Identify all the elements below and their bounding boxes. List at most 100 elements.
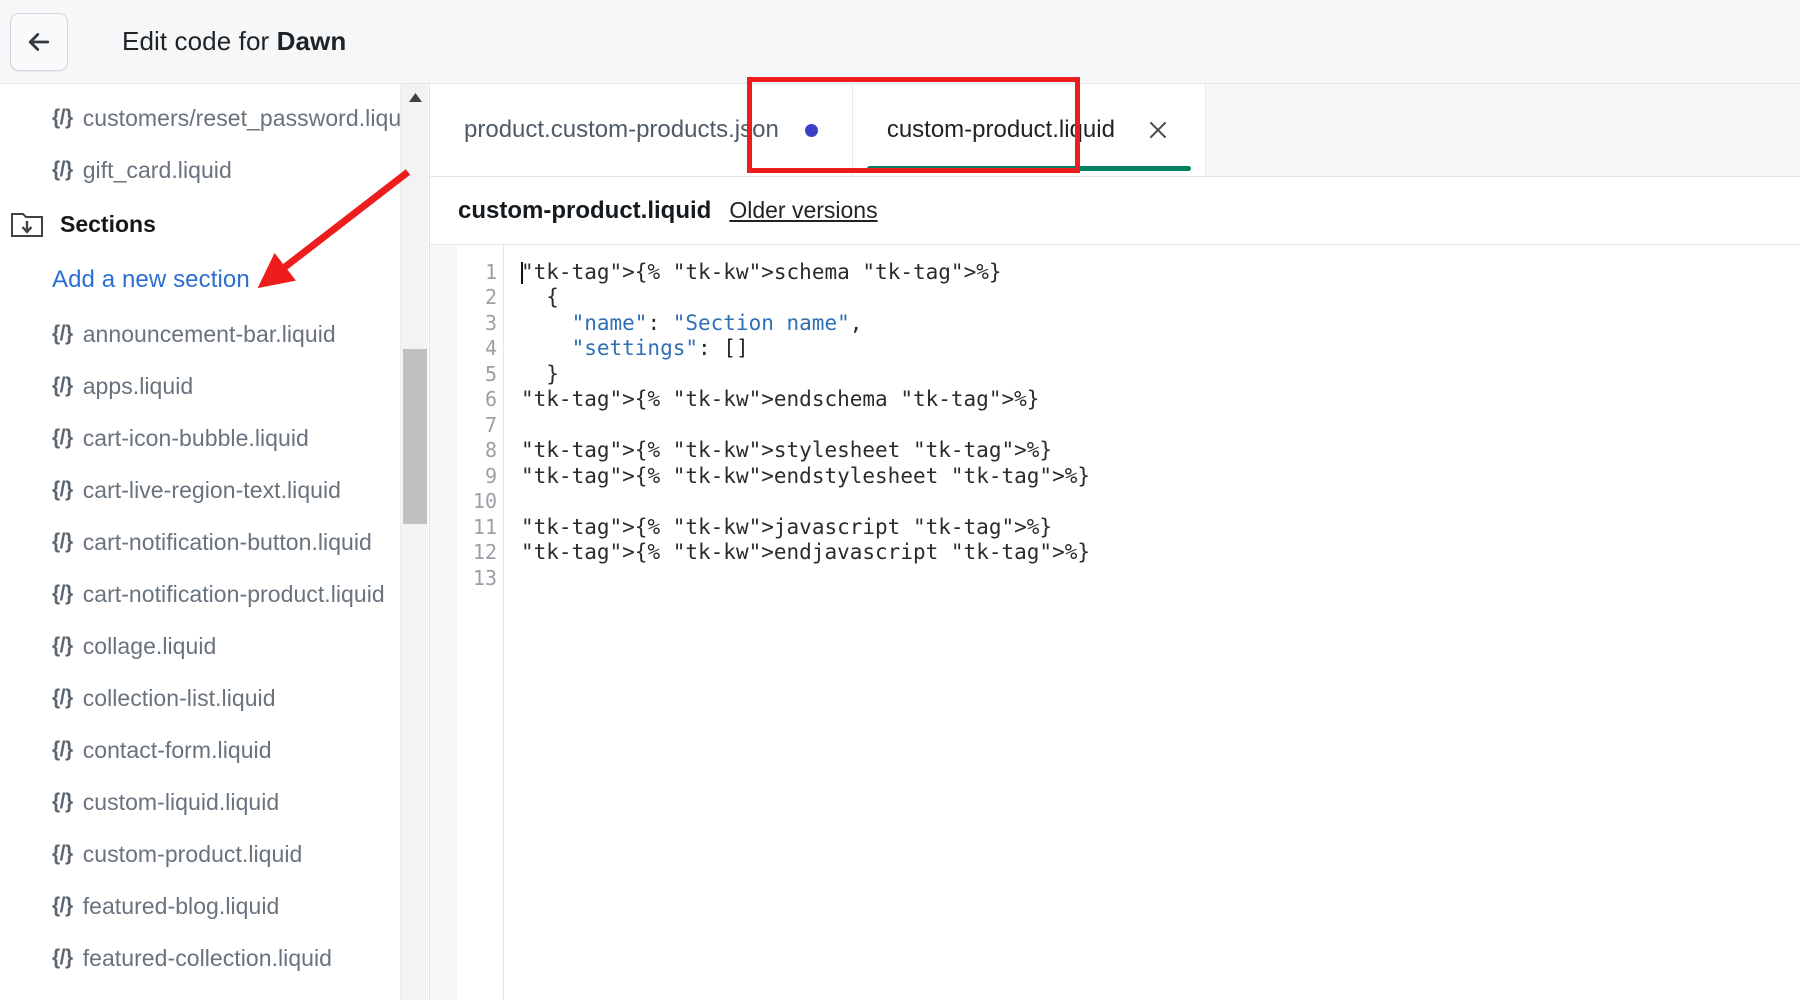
code-line-text[interactable]: { xyxy=(503,285,1800,309)
folder-label: Sections xyxy=(60,210,156,237)
code-line-text[interactable]: "tk-tag">{% "tk-kw">stylesheet "tk-tag">… xyxy=(503,438,1800,462)
file-list-item[interactable]: {/} gift_card.liquid xyxy=(0,144,425,196)
file-list-item[interactable]: {/} featured-collection.liquid xyxy=(0,932,425,984)
line-number: 4 xyxy=(484,336,497,361)
file-list-item-label: gift_card.liquid xyxy=(82,156,232,183)
folder-row-sections[interactable]: Sections xyxy=(0,196,425,252)
liquid-code-icon: {/} xyxy=(52,478,73,501)
file-list-item-label: cart-live-region-text.liquid xyxy=(82,476,342,503)
file-list-item[interactable]: {/} apps.liquid xyxy=(0,360,425,412)
line-number: 10 xyxy=(472,489,497,514)
file-list: {/} customers/reset_password.liquid {/} gif… xyxy=(0,84,425,984)
liquid-code-icon: {/} xyxy=(52,634,73,657)
liquid-code-icon: {/} xyxy=(52,686,73,709)
liquid-code-icon: {/} xyxy=(52,738,73,761)
code-line-text[interactable]: "name": "Section name", xyxy=(503,311,1800,335)
code-editor-page: Edit code for Dawn {/} customers/reset_pa… xyxy=(0,0,1800,1000)
liquid-code-icon: {/} xyxy=(52,842,73,865)
file-list-item[interactable]: {/} announcement-bar.liquid xyxy=(0,308,425,360)
file-list-item-label: collection-list.liquid xyxy=(82,684,276,711)
liquid-code-icon: {/} xyxy=(52,426,73,449)
scroll-up-button[interactable] xyxy=(401,84,429,114)
file-list-item-label: announcement-bar.liquid xyxy=(82,320,336,347)
code-line-text[interactable]: "tk-tag">{% "tk-kw">endjavascript "tk-ta… xyxy=(503,540,1800,564)
line-number: 7 xyxy=(484,412,497,437)
line-number: 12 xyxy=(472,540,497,565)
code-editor[interactable]: 1 "tk-tag">{% "tk-kw">schema "tk-tag">%} 2… xyxy=(430,245,1800,1000)
code-line: 13 xyxy=(457,565,1800,591)
line-number: 2 xyxy=(484,285,497,310)
file-list-item[interactable]: {/} contact-form.liquid xyxy=(0,724,425,776)
editor-tab-label: product.custom-products.json xyxy=(464,116,779,143)
code-line: 3 "name": "Section name", xyxy=(457,310,1800,336)
code-line: 1 "tk-tag">{% "tk-kw">schema "tk-tag">%} xyxy=(457,259,1800,285)
add-new-section-link[interactable]: Add a new section xyxy=(0,252,425,308)
code-line-text[interactable]: "settings": [] xyxy=(503,336,1800,360)
file-list-item-label: custom-product.liquid xyxy=(82,840,303,867)
line-number: 13 xyxy=(472,565,497,590)
file-list-item-label: featured-collection.liquid xyxy=(82,944,333,971)
code-line-text[interactable]: "tk-tag">{% "tk-kw">endschema "tk-tag">%… xyxy=(503,387,1800,411)
file-list-item-label: customers/reset_password.liquid xyxy=(82,104,420,131)
code-line: 4 "settings": [] xyxy=(457,336,1800,362)
file-list-item-label: cart-notification-product.liquid xyxy=(82,580,385,607)
file-list-item[interactable]: {/} cart-notification-product.liquid xyxy=(0,568,425,620)
folder-collapse-icon xyxy=(10,209,44,239)
line-number: 3 xyxy=(484,310,497,335)
older-versions-link[interactable]: Older versions xyxy=(729,197,877,224)
file-list-item[interactable]: {/} cart-notification-button.liquid xyxy=(0,516,425,568)
active-tab-underline xyxy=(866,166,1191,171)
file-list-item[interactable]: {/} collage.liquid xyxy=(0,620,425,672)
liquid-code-icon: {/} xyxy=(52,894,73,917)
page-title-prefix: Edit code for xyxy=(122,26,277,56)
page-title-theme: Dawn xyxy=(276,26,347,56)
liquid-code-icon: {/} xyxy=(52,946,73,969)
file-list-item-label: cart-icon-bubble.liquid xyxy=(82,424,309,451)
current-filename: custom-product.liquid xyxy=(458,196,712,224)
code-line: 12 "tk-tag">{% "tk-kw">endjavascript "tk-… xyxy=(457,540,1800,566)
add-new-section-label: Add a new section xyxy=(52,266,250,293)
file-list-item[interactable]: {/} custom-liquid.liquid xyxy=(0,776,425,828)
file-list-item[interactable]: {/} custom-product.liquid xyxy=(0,828,425,880)
page-header: Edit code for Dawn xyxy=(0,0,1800,84)
liquid-code-icon: {/} xyxy=(52,322,73,345)
file-header-bar: custom-product.liquid Older versions xyxy=(430,177,1800,245)
liquid-code-icon: {/} xyxy=(52,158,73,181)
file-list-item[interactable]: {/} cart-live-region-text.liquid xyxy=(0,464,425,516)
line-number: 9 xyxy=(484,463,497,488)
code-line-text[interactable]: "tk-tag">{% "tk-kw">javascript "tk-tag">… xyxy=(503,515,1800,539)
liquid-code-icon: {/} xyxy=(52,106,73,129)
code-line: 8 "tk-tag">{% "tk-kw">stylesheet "tk-tag"… xyxy=(457,438,1800,464)
file-list-item[interactable]: {/} featured-blog.liquid xyxy=(0,880,425,932)
editor-tab[interactable]: product.custom-products.json xyxy=(430,84,853,176)
line-number: 1 xyxy=(484,259,497,284)
file-list-item[interactable]: {/} collection-list.liquid xyxy=(0,672,425,724)
code-line: 10 xyxy=(457,489,1800,515)
file-list-item-label: contact-form.liquid xyxy=(82,736,272,763)
code-line: 2 { xyxy=(457,285,1800,311)
liquid-code-icon: {/} xyxy=(52,374,73,397)
code-line: 5 } xyxy=(457,361,1800,387)
sidebar-scrollbar[interactable] xyxy=(400,84,428,1000)
file-list-item-label: apps.liquid xyxy=(82,372,194,399)
file-list-item-label: cart-notification-button.liquid xyxy=(82,528,372,555)
back-button[interactable] xyxy=(10,12,68,71)
code-line: 6 "tk-tag">{% "tk-kw">endschema "tk-tag">… xyxy=(457,387,1800,413)
unsaved-changes-dot xyxy=(804,123,818,137)
triangle-up-icon xyxy=(408,90,423,108)
line-number: 11 xyxy=(472,514,497,539)
file-list-item[interactable]: {/} customers/reset_password.liquid xyxy=(0,92,425,144)
file-tree-sidebar[interactable]: {/} customers/reset_password.liquid {/} gif… xyxy=(0,84,430,1000)
close-icon[interactable] xyxy=(1145,117,1171,143)
editor-tabbar: product.custom-products.json custom-produ… xyxy=(430,77,1800,177)
code-line-text[interactable]: "tk-tag">{% "tk-kw">schema "tk-tag">%} xyxy=(503,260,1800,284)
line-number: 8 xyxy=(484,438,497,463)
line-number: 5 xyxy=(484,361,497,386)
editor-tab[interactable]: custom-product.liquid xyxy=(852,84,1206,176)
code-lines[interactable]: 1 "tk-tag">{% "tk-kw">schema "tk-tag">%} 2… xyxy=(457,245,1800,1000)
code-line-text[interactable]: "tk-tag">{% "tk-kw">endstylesheet "tk-ta… xyxy=(503,464,1800,488)
scrollbar-thumb[interactable] xyxy=(403,349,427,524)
editor-panel: product.custom-products.json custom-produ… xyxy=(430,77,1800,1000)
file-list-item[interactable]: {/} cart-icon-bubble.liquid xyxy=(0,412,425,464)
code-line-text[interactable]: } xyxy=(503,362,1800,386)
